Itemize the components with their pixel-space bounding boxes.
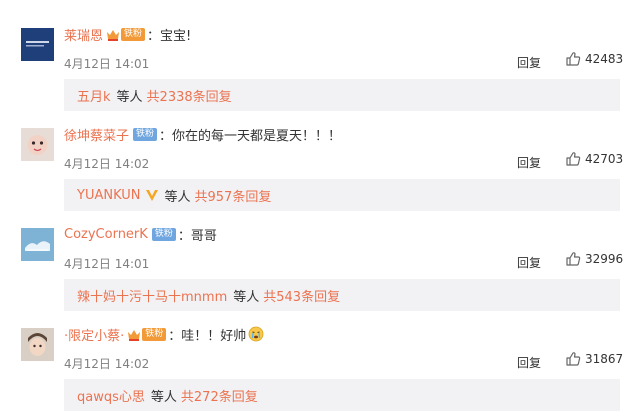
thumbs-up-icon xyxy=(566,152,581,166)
thumbs-up-icon xyxy=(566,252,581,266)
fan-badge-label: 铁粉 xyxy=(142,327,167,341)
avatar[interactable] xyxy=(21,228,54,261)
reply-button[interactable]: 回复 xyxy=(517,54,541,71)
comment-text: ：哇！！好帅 xyxy=(168,328,247,344)
avatar[interactable] xyxy=(21,328,54,361)
reply-button[interactable]: 回复 xyxy=(517,354,541,371)
avatar[interactable] xyxy=(21,128,54,161)
reply-mid-text: 等人 xyxy=(150,389,177,405)
fan-badge-label: 铁粉 xyxy=(121,27,146,41)
reply-count-link[interactable]: 共272条回复 xyxy=(181,386,258,405)
fan-badge[interactable]: 铁粉 xyxy=(132,127,158,142)
crown-icon xyxy=(107,29,120,41)
username[interactable]: 徐坤蔡菜子 xyxy=(64,125,129,144)
timestamp: 4月12日 14:01 xyxy=(64,57,150,71)
timestamp: 4月12日 14:02 xyxy=(64,157,150,171)
timestamp: 4月12日 14:02 xyxy=(64,357,150,371)
like-button[interactable]: 42483 xyxy=(565,51,623,67)
thumbs-up-icon xyxy=(566,52,581,66)
reply-button[interactable]: 回复 xyxy=(517,254,541,271)
comment-item: ·限定小蔡· 铁粉 ：哇！！好帅 4月12日 14:02 回复 31867 qa… xyxy=(0,300,640,411)
crying-emoji-icon xyxy=(248,326,264,342)
comment-item: 徐坤蔡菜子 铁粉 ：你在的每一天都是夏天！！！ 4月12日 14:02 回复 4… xyxy=(0,100,640,211)
reply-button[interactable]: 回复 xyxy=(517,154,541,171)
username[interactable]: ·限定小蔡· xyxy=(64,325,124,344)
avatar[interactable] xyxy=(21,28,54,61)
timestamp: 4月12日 14:01 xyxy=(64,257,150,271)
like-button[interactable]: 42703 xyxy=(565,151,623,167)
username[interactable]: CozyCornerK xyxy=(64,227,148,242)
comment-item: 莱瑞恩 铁粉 ：宝宝! 4月12日 14:01 回复 42483 五月k 等人 … xyxy=(0,0,640,111)
reply-summary[interactable]: qawqs心思 等人 共272条回复 xyxy=(64,379,620,411)
comment-item: CozyCornerK 铁粉 ：哥哥 4月12日 14:01 回复 32996 … xyxy=(0,200,640,311)
like-count: 31867 xyxy=(585,352,624,366)
thumbs-up-icon xyxy=(566,352,581,366)
comment-text: ：宝宝! xyxy=(147,28,192,44)
crown-icon xyxy=(128,329,141,341)
fan-badge-label: 铁粉 xyxy=(151,227,176,241)
comment-text: ：哥哥 xyxy=(177,228,217,244)
fan-badge[interactable]: 铁粉 xyxy=(151,227,176,242)
like-count: 32996 xyxy=(585,252,624,266)
fan-badge-label: 铁粉 xyxy=(133,127,158,141)
like-button[interactable]: 31867 xyxy=(565,351,623,367)
reply-user[interactable]: qawqs心思 xyxy=(77,386,145,405)
like-button[interactable]: 32996 xyxy=(565,251,623,267)
like-count: 42703 xyxy=(585,152,624,166)
fan-badge[interactable]: 铁粉 xyxy=(127,327,167,342)
fan-badge[interactable]: 铁粉 xyxy=(106,27,146,42)
comment-text: ：你在的每一天都是夏天！！！ xyxy=(159,128,342,144)
username[interactable]: 莱瑞恩 xyxy=(64,25,103,44)
like-count: 42483 xyxy=(585,52,624,66)
